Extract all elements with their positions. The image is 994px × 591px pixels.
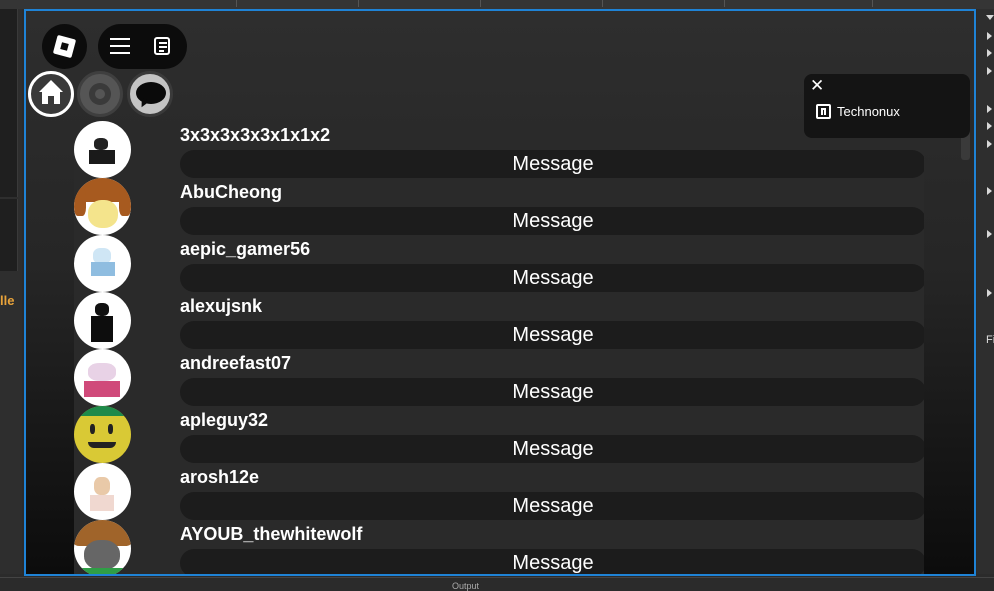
message-button[interactable]: Message <box>180 549 924 574</box>
message-button[interactable]: Message <box>180 207 924 235</box>
studio-bottom-bar: Output <box>0 577 994 591</box>
friends-list[interactable]: 3x3x3x3x3x1x1x2 Message AbuCheong Messag… <box>74 121 924 574</box>
close-icon[interactable]: ✕ <box>810 76 824 96</box>
friend-row: AbuCheong Message <box>74 178 924 235</box>
expand-arrow-icon[interactable] <box>987 289 992 297</box>
expand-arrow-icon[interactable] <box>987 122 992 130</box>
settings-button[interactable] <box>77 71 123 117</box>
friend-avatar <box>74 235 131 292</box>
friend-avatar <box>74 292 131 349</box>
friend-avatar <box>74 463 131 520</box>
game-viewport: 3x3x3x3x3x1x1x2 Message AbuCheong Messag… <box>24 9 976 576</box>
friend-row: aepic_gamer56 Message <box>74 235 924 292</box>
friend-row: andreefast07 Message <box>74 349 924 406</box>
message-button[interactable]: Message <box>180 378 924 406</box>
friend-avatar <box>74 520 131 574</box>
friend-username: andreefast07 <box>180 353 292 373</box>
left-panel-label: lle <box>0 293 15 308</box>
friend-username: 3x3x3x3x3x1x1x2 <box>180 125 331 145</box>
player-icon <box>816 104 831 119</box>
roblox-menu-button[interactable] <box>42 24 87 69</box>
studio-top-toolbar <box>0 0 994 9</box>
friend-row: apleguy32 Message <box>74 406 924 463</box>
friend-avatar <box>74 178 131 235</box>
expand-arrow-icon[interactable] <box>987 105 992 113</box>
toolbar-tab[interactable] <box>236 0 357 7</box>
friend-username: aepic_gamer56 <box>180 239 311 259</box>
friend-row: alexujsnk Message <box>74 292 924 349</box>
message-button[interactable]: Message <box>180 150 924 178</box>
friend-username: arosh12e <box>180 467 260 487</box>
studio-left-panel <box>0 9 22 574</box>
friend-avatar <box>74 406 131 463</box>
friend-username: AYOUB_thewhitewolf <box>180 524 363 544</box>
collapse-arrow-icon[interactable] <box>986 15 994 20</box>
friend-username: AbuCheong <box>180 182 282 202</box>
roblox-logo-icon <box>52 34 77 59</box>
message-button[interactable]: Message <box>180 264 924 292</box>
friend-avatar <box>74 121 131 178</box>
hamburger-menu-icon[interactable] <box>110 38 130 54</box>
notification-toast: ✕ Technonux <box>804 74 970 138</box>
message-button[interactable]: Message <box>180 435 924 463</box>
expand-arrow-icon[interactable] <box>987 140 992 148</box>
expand-arrow-icon[interactable] <box>987 187 992 195</box>
left-panel-block <box>0 9 18 197</box>
left-panel-block <box>0 199 18 271</box>
friend-avatar <box>74 349 131 406</box>
friend-username: alexujsnk <box>180 296 263 316</box>
expand-arrow-icon[interactable] <box>987 32 992 40</box>
toolbar-tab[interactable] <box>358 0 479 7</box>
expand-arrow-icon[interactable] <box>987 230 992 238</box>
gear-icon <box>89 83 111 105</box>
toolbar-tab[interactable] <box>724 0 871 7</box>
friend-row: arosh12e Message <box>74 463 924 520</box>
friend-username: apleguy32 <box>180 410 269 430</box>
message-button[interactable]: Message <box>180 321 924 349</box>
friend-row: AYOUB_thewhitewolf Message <box>74 520 924 574</box>
studio-right-panel <box>977 9 994 574</box>
chat-button[interactable] <box>127 71 173 117</box>
chat-document-icon[interactable] <box>154 37 170 55</box>
toolbar-tab[interactable] <box>872 0 943 7</box>
expand-arrow-icon[interactable] <box>987 49 992 57</box>
message-button[interactable]: Message <box>180 492 924 520</box>
right-panel-label: Fi <box>986 334 994 346</box>
topbar-pill <box>98 24 187 69</box>
home-button[interactable] <box>28 71 74 117</box>
toolbar-tab[interactable] <box>480 0 601 7</box>
notification-name: Technonux <box>837 104 900 119</box>
friend-row: 3x3x3x3x3x1x1x2 Message <box>74 121 924 178</box>
toolbar-tab[interactable] <box>602 0 723 7</box>
expand-arrow-icon[interactable] <box>987 67 992 75</box>
